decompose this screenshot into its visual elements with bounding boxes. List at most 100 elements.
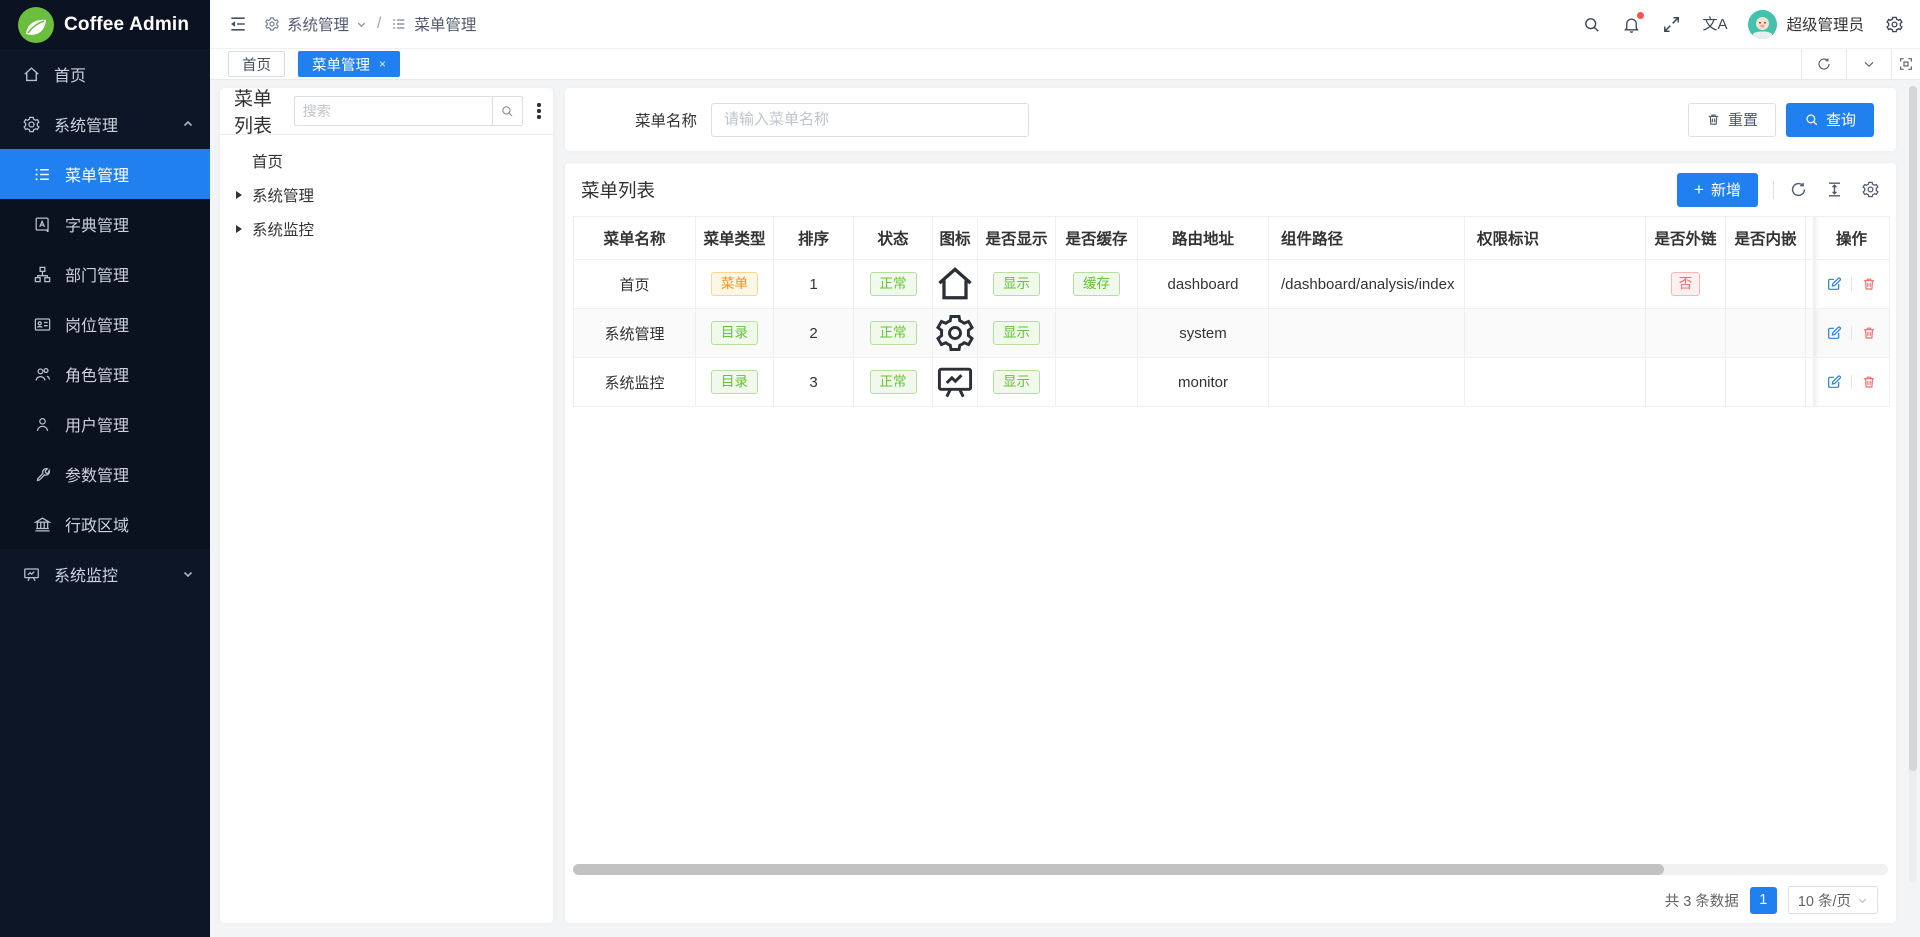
col-header: 是否缓存	[1056, 217, 1138, 260]
close-icon[interactable]: ×	[379, 58, 386, 70]
cell-cache: 缓存	[1056, 260, 1138, 309]
col-header: 菜单类型	[696, 217, 774, 260]
content-fullscreen-icon[interactable]	[1891, 49, 1920, 79]
edit-icon[interactable]	[1826, 325, 1842, 341]
cell-status: 正常	[854, 358, 933, 407]
menu-list-card: 菜单列表 + 新增	[565, 163, 1896, 923]
cell-sort: 3	[774, 358, 854, 407]
cell-actions	[1814, 260, 1890, 309]
delete-icon[interactable]	[1861, 325, 1877, 341]
card-header: 菜单列表 + 新增	[565, 163, 1896, 216]
cell-menu-type: 菜单	[696, 260, 774, 309]
cell-embed	[1726, 358, 1806, 407]
density-icon[interactable]	[1825, 180, 1844, 199]
sidebar-item-home[interactable]: 首页	[0, 49, 210, 99]
gear-icon	[264, 16, 280, 32]
col-header: 组件路径	[1269, 217, 1465, 260]
search-button[interactable]: 查询	[1786, 103, 1874, 137]
caret-right-icon[interactable]	[236, 191, 252, 199]
tree-node-label: 系统监控	[252, 218, 314, 240]
reset-button[interactable]: 重置	[1688, 103, 1776, 137]
col-header: 权限标识	[1465, 217, 1646, 260]
search-icon	[1804, 112, 1819, 127]
sidebar-item-system[interactable]: 系统管理	[0, 99, 210, 149]
refresh-icon[interactable]	[1789, 180, 1808, 199]
caret-right-icon[interactable]	[236, 225, 252, 233]
gear-icon[interactable]	[1885, 15, 1904, 34]
monitor-icon	[22, 565, 41, 584]
gear-icon	[933, 311, 977, 355]
total-count: 共 3 条数据	[1665, 890, 1739, 911]
tree-node-label: 首页	[252, 150, 283, 172]
notification-dot	[1637, 12, 1644, 19]
search-icon[interactable]	[492, 96, 523, 126]
brand-title: Coffee Admin	[64, 14, 189, 36]
action-divider	[1851, 277, 1852, 291]
col-header: 是否内嵌	[1726, 217, 1806, 260]
bell-icon[interactable]	[1622, 15, 1641, 34]
vertical-scrollbar-thumb[interactable]	[1909, 86, 1917, 771]
tree-node-system[interactable]: 系统管理	[220, 178, 553, 212]
tab-label: 首页	[242, 54, 271, 75]
brand[interactable]: Coffee Admin	[0, 0, 210, 49]
sidebar-item-user-mgmt[interactable]: 用户管理	[0, 399, 210, 449]
horizontal-scrollbar-thumb[interactable]	[573, 864, 1664, 875]
page-size-select[interactable]: 10 条/页	[1788, 886, 1878, 914]
tree-search-input[interactable]	[294, 96, 492, 126]
breadcrumb-current[interactable]: 菜单管理	[414, 13, 476, 35]
right-column: 菜单名称 重置 查询 菜单列表	[565, 88, 1896, 923]
tab-label: 菜单管理	[312, 54, 370, 75]
cell-permission	[1465, 358, 1646, 407]
cell-actions	[1814, 358, 1890, 407]
topbar: 系统管理 / 菜单管理	[210, 0, 1920, 49]
cell-external	[1646, 358, 1726, 407]
sidebar-item-post-mgmt[interactable]: 岗位管理	[0, 299, 210, 349]
visible-badge: 显示	[993, 272, 1040, 296]
tree-node-home[interactable]: 首页	[220, 144, 553, 178]
delete-icon[interactable]	[1861, 374, 1877, 390]
user-menu[interactable]: 超级管理员	[1748, 10, 1864, 39]
chevron-down-icon[interactable]	[1846, 49, 1891, 79]
more-options-icon[interactable]	[534, 99, 544, 122]
cell-permission	[1465, 309, 1646, 358]
edit-icon[interactable]	[1826, 374, 1842, 390]
sidebar-item-region[interactable]: 行政区域	[0, 499, 210, 549]
type-badge: 目录	[711, 321, 758, 345]
sidebar-item-menu-mgmt[interactable]: 菜单管理	[0, 149, 210, 199]
tree-panel-header: 菜单列表	[220, 88, 553, 135]
menu-fold-icon[interactable]	[228, 14, 248, 34]
cell-component: /dashboard/analysis/index	[1269, 260, 1465, 309]
idcard-icon	[33, 315, 52, 334]
home-icon	[933, 262, 977, 306]
dictionary-icon	[33, 215, 52, 234]
sidebar-item-monitor[interactable]: 系统监控	[0, 549, 210, 599]
sidebar-item-role-mgmt[interactable]: 角色管理	[0, 349, 210, 399]
add-button[interactable]: + 新增	[1677, 173, 1758, 207]
fullscreen-icon[interactable]	[1662, 15, 1681, 34]
cell-actions	[1814, 309, 1890, 358]
chevron-down-icon	[182, 568, 194, 580]
chevron-down-icon	[1857, 895, 1868, 906]
roles-icon	[33, 365, 52, 384]
search-label: 查询	[1826, 109, 1856, 130]
sidebar-item-label: 行政区域	[65, 512, 129, 536]
translate-icon[interactable]: 文A	[1702, 17, 1727, 32]
tab-home[interactable]: 首页	[228, 51, 285, 77]
sidebar-item-dept-mgmt[interactable]: 部门管理	[0, 249, 210, 299]
sidebar-item-param-mgmt[interactable]: 参数管理	[0, 449, 210, 499]
search-icon[interactable]	[1582, 15, 1601, 34]
breadcrumb-parent[interactable]: 系统管理	[287, 13, 349, 35]
cell-visible: 显示	[978, 260, 1056, 309]
menu-name-input[interactable]	[711, 103, 1029, 137]
sidebar-item-label: 系统监控	[54, 562, 118, 586]
card-title: 菜单列表	[581, 177, 655, 203]
refresh-icon[interactable]	[1801, 49, 1846, 79]
delete-icon[interactable]	[1861, 276, 1877, 292]
page-button-1[interactable]: 1	[1750, 887, 1777, 914]
gear-icon[interactable]	[1861, 180, 1880, 199]
tab-menu-mgmt[interactable]: 菜单管理 ×	[298, 51, 400, 77]
edit-icon[interactable]	[1826, 276, 1842, 292]
sidebar-item-dict-mgmt[interactable]: 字典管理	[0, 199, 210, 249]
cell-external: 否	[1646, 260, 1726, 309]
tree-node-monitor[interactable]: 系统监控	[220, 212, 553, 246]
